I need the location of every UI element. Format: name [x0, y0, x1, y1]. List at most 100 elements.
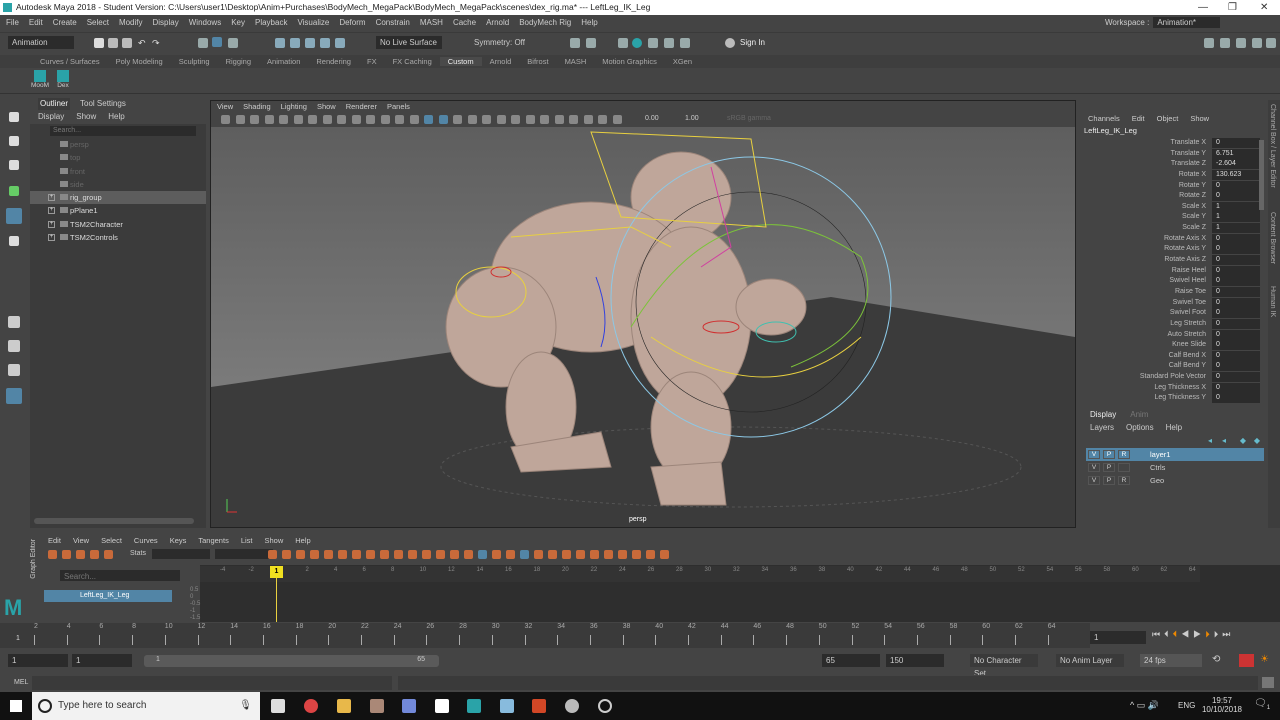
menu-mash[interactable]: MASH	[420, 15, 443, 30]
viewport-menu-view[interactable]: View	[217, 101, 233, 113]
layer-name[interactable]: Geo	[1150, 474, 1164, 487]
visibility-toggle[interactable]: V	[1088, 476, 1100, 485]
step-back-key-button[interactable]: ⏴	[1164, 629, 1173, 639]
file-explorer-icon[interactable]	[337, 699, 351, 713]
viewport-tool-icon[interactable]	[438, 115, 448, 124]
graph-tool-icon[interactable]	[366, 550, 375, 559]
discord-icon[interactable]	[402, 699, 416, 713]
graph-menu-keys[interactable]: Keys	[170, 535, 187, 547]
graph-tool-icon[interactable]	[660, 550, 669, 559]
channel-value[interactable]: 0	[1212, 361, 1260, 372]
menu-edit[interactable]: Edit	[29, 15, 43, 30]
shelf-button-dex[interactable]: Dex	[53, 70, 73, 89]
channel-scale-z[interactable]: Scale Z 1	[1082, 223, 1268, 234]
viewport-tool-icon[interactable]	[366, 115, 375, 124]
menu-display[interactable]: Display	[153, 15, 179, 30]
channel-leg-thickness-y[interactable]: Leg Thickness Y 0	[1082, 393, 1268, 404]
channel-swivel-heel[interactable]: Swivel Heel 0	[1082, 276, 1268, 287]
anim-layer-dropdown[interactable]: No Anim Layer	[1056, 654, 1124, 667]
anim-prefs-icon[interactable]: ☀	[1260, 654, 1269, 665]
graph-tool-icon[interactable]	[352, 550, 361, 559]
viewport-tool-icon[interactable]	[467, 115, 477, 124]
step-forward-key-button[interactable]: ⏵	[1214, 629, 1223, 639]
menu-modify[interactable]: Modify	[119, 15, 143, 30]
move-layer-up-icon[interactable]: ◂	[1208, 436, 1212, 445]
graph-tool-icon[interactable]	[506, 550, 515, 559]
viewport-tool-icon[interactable]	[264, 115, 274, 124]
playback-toggle[interactable]: P	[1103, 476, 1115, 485]
channel-value[interactable]: 0	[1212, 276, 1260, 287]
channel-translate-z[interactable]: Translate Z -2.604	[1082, 159, 1268, 170]
graph-tool-icon[interactable]	[394, 550, 403, 559]
select-component-icon[interactable]	[228, 38, 238, 48]
viewport-tool-icon[interactable]	[569, 115, 578, 124]
outliner-toggle-icon[interactable]	[1266, 38, 1276, 48]
channel-name[interactable]: Translate X	[1170, 138, 1206, 149]
animation-start-field[interactable]: 1	[8, 654, 68, 667]
menu-constrain[interactable]: Constrain	[376, 15, 410, 30]
menu-file[interactable]: File	[6, 15, 19, 30]
expand-icon[interactable]: +	[48, 234, 55, 242]
reference-toggle[interactable]: R	[1118, 450, 1130, 459]
shelf-tab-arnold[interactable]: Arnold	[482, 57, 520, 66]
channel-value[interactable]: 0	[1212, 372, 1260, 383]
channel-translate-x[interactable]: Translate X 0	[1082, 138, 1268, 149]
viewport-tool-icon[interactable]	[554, 115, 564, 124]
stats-field-1[interactable]	[152, 549, 210, 559]
graph-tool-icon[interactable]	[464, 550, 473, 559]
graph-menu-list[interactable]: List	[241, 535, 253, 547]
shelf-tab-rigging[interactable]: Rigging	[218, 57, 259, 66]
playback-toggle[interactable]: P	[1103, 463, 1115, 472]
shelf-tab-fx-caching[interactable]: FX Caching	[385, 57, 440, 66]
sticky-notes-icon[interactable]	[435, 699, 449, 713]
channel-rotate-x[interactable]: Rotate X 130.623	[1082, 169, 1268, 181]
channel-value[interactable]: 1	[1212, 223, 1260, 234]
channel-name[interactable]: Raise Heel	[1172, 266, 1206, 277]
channel-name[interactable]: Rotate Axis Z	[1164, 255, 1206, 266]
channel-leg-stretch[interactable]: Leg Stretch 0	[1082, 318, 1268, 330]
channel-menu-edit[interactable]: Edit	[1132, 112, 1145, 126]
modeling-toolkit-icon[interactable]	[1204, 38, 1214, 48]
graph-tool-icon[interactable]	[422, 550, 431, 559]
graph-tool-icon[interactable]	[590, 550, 599, 559]
outliner-menu-help[interactable]: Help	[108, 110, 124, 124]
arnold-ipr-icon[interactable]	[664, 38, 674, 48]
channel-translate-y[interactable]: Translate Y 6.751	[1082, 148, 1268, 160]
app-icon[interactable]	[500, 699, 514, 713]
channel-value[interactable]: 130.623	[1212, 169, 1260, 180]
maximize-button[interactable]: ❐	[1228, 0, 1237, 15]
close-button[interactable]: ✕	[1260, 0, 1268, 15]
snap-point-icon[interactable]	[305, 38, 315, 48]
hypershade-icon[interactable]	[632, 38, 642, 48]
viewport-tool-icon[interactable]	[250, 115, 259, 124]
scale-tool-icon[interactable]	[9, 236, 19, 246]
graph-tool-icon[interactable]	[408, 550, 417, 559]
channel-value[interactable]: 0	[1212, 382, 1260, 393]
channel-value[interactable]: 1	[1212, 201, 1260, 212]
channel-name[interactable]: Scale Z	[1182, 223, 1206, 234]
windows-start-icon[interactable]	[10, 700, 22, 712]
league-icon[interactable]	[370, 699, 384, 713]
shelf-tab-motion-graphics[interactable]: Motion Graphics	[594, 57, 665, 66]
channel-menu-show[interactable]: Show	[1190, 112, 1209, 126]
new-layer-selected-icon[interactable]: ◆	[1254, 436, 1260, 445]
select-object-icon[interactable]	[212, 37, 222, 47]
layer-name[interactable]: layer1	[1150, 448, 1170, 461]
workspace-value[interactable]: Animation*	[1153, 17, 1220, 28]
redo-icon[interactable]: ↷	[152, 38, 162, 48]
channel-swivel-foot[interactable]: Swivel Foot 0	[1082, 308, 1268, 319]
graph-tool-icon[interactable]	[646, 550, 655, 559]
graph-tool-icon[interactable]	[324, 550, 333, 559]
channel-value[interactable]: 0	[1212, 191, 1260, 202]
outliner-menu-show[interactable]: Show	[76, 110, 96, 124]
viewport-tool-icon[interactable]	[337, 115, 346, 124]
channel-auto-stretch[interactable]: Auto Stretch 0	[1082, 329, 1268, 341]
expand-icon[interactable]: +	[48, 207, 55, 215]
channel-box-scrollbar[interactable]	[1259, 140, 1264, 210]
viewport-tool-icon[interactable]	[380, 115, 390, 124]
notifications-icon[interactable]: 🗨1	[1254, 698, 1270, 711]
channel-value[interactable]: 0	[1212, 286, 1260, 297]
exposure-field[interactable]: 0.00	[645, 115, 659, 122]
microphone-icon[interactable]: 🎙	[239, 692, 252, 720]
shelf-tab-mash[interactable]: MASH	[557, 57, 595, 66]
